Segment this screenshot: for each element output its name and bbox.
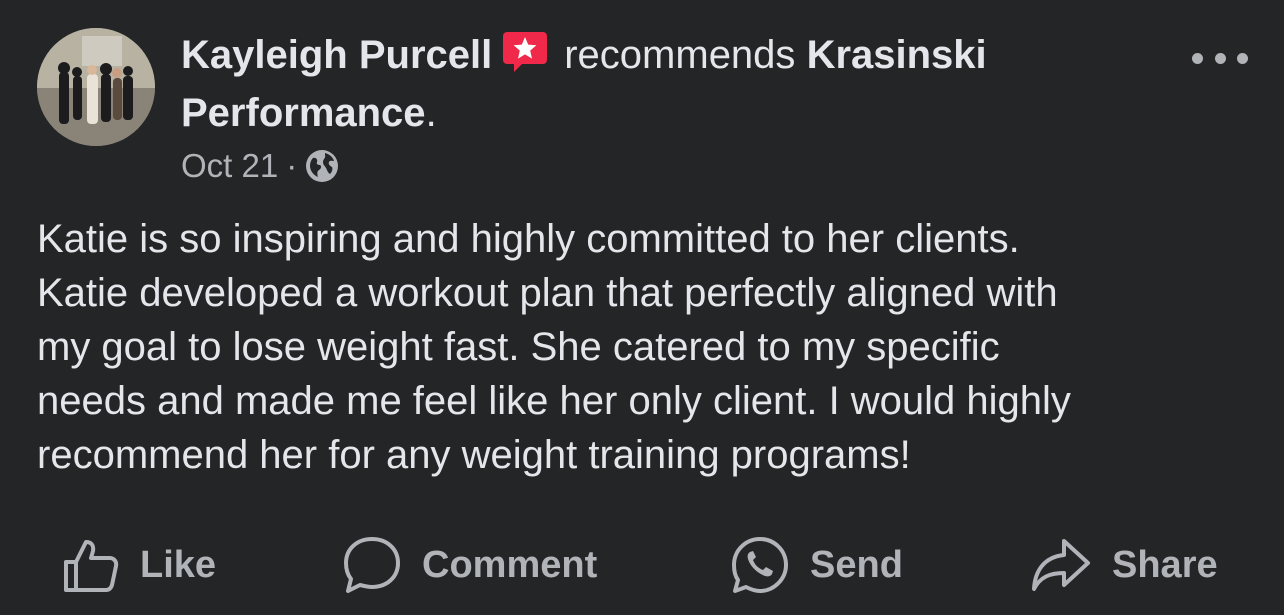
like-button[interactable]: Like bbox=[62, 530, 216, 600]
globe-icon[interactable] bbox=[305, 149, 339, 183]
recommendation-badge-icon bbox=[503, 32, 548, 72]
meta-separator: · bbox=[286, 147, 298, 184]
like-label: Like bbox=[140, 543, 217, 586]
recommendation-post: Kayleigh Purcell recommends Krasinski Pe… bbox=[0, 0, 1284, 615]
post-body: Katie is so inspiring and highly committ… bbox=[37, 217, 1071, 477]
comment-button[interactable]: Comment bbox=[342, 530, 597, 600]
share-button[interactable]: Share bbox=[1030, 530, 1218, 600]
post-header: Kayleigh Purcell recommends Krasinski Pe… bbox=[181, 26, 1141, 142]
share-label: Share bbox=[1112, 543, 1218, 586]
post-date[interactable]: Oct 21 bbox=[181, 146, 278, 186]
whatsapp-icon bbox=[732, 537, 788, 593]
comment-icon bbox=[344, 537, 400, 593]
more-dot bbox=[1237, 52, 1248, 64]
author-name[interactable]: Kayleigh Purcell bbox=[181, 33, 492, 77]
more-options-icon[interactable] bbox=[1192, 40, 1248, 76]
thumbs-up-icon bbox=[64, 540, 119, 592]
recommends-text: recommends bbox=[564, 33, 796, 77]
more-dot bbox=[1214, 52, 1226, 64]
comment-label: Comment bbox=[422, 543, 598, 586]
post-actions: Like Comment Send Share bbox=[0, 530, 1284, 600]
send-label: Send bbox=[810, 543, 903, 586]
post-meta: Oct 21 · bbox=[181, 146, 339, 186]
author-avatar[interactable] bbox=[37, 28, 155, 146]
share-icon bbox=[1032, 539, 1090, 591]
header-period: . bbox=[425, 91, 437, 135]
more-dot bbox=[1192, 52, 1203, 64]
send-button[interactable]: Send bbox=[730, 530, 903, 600]
